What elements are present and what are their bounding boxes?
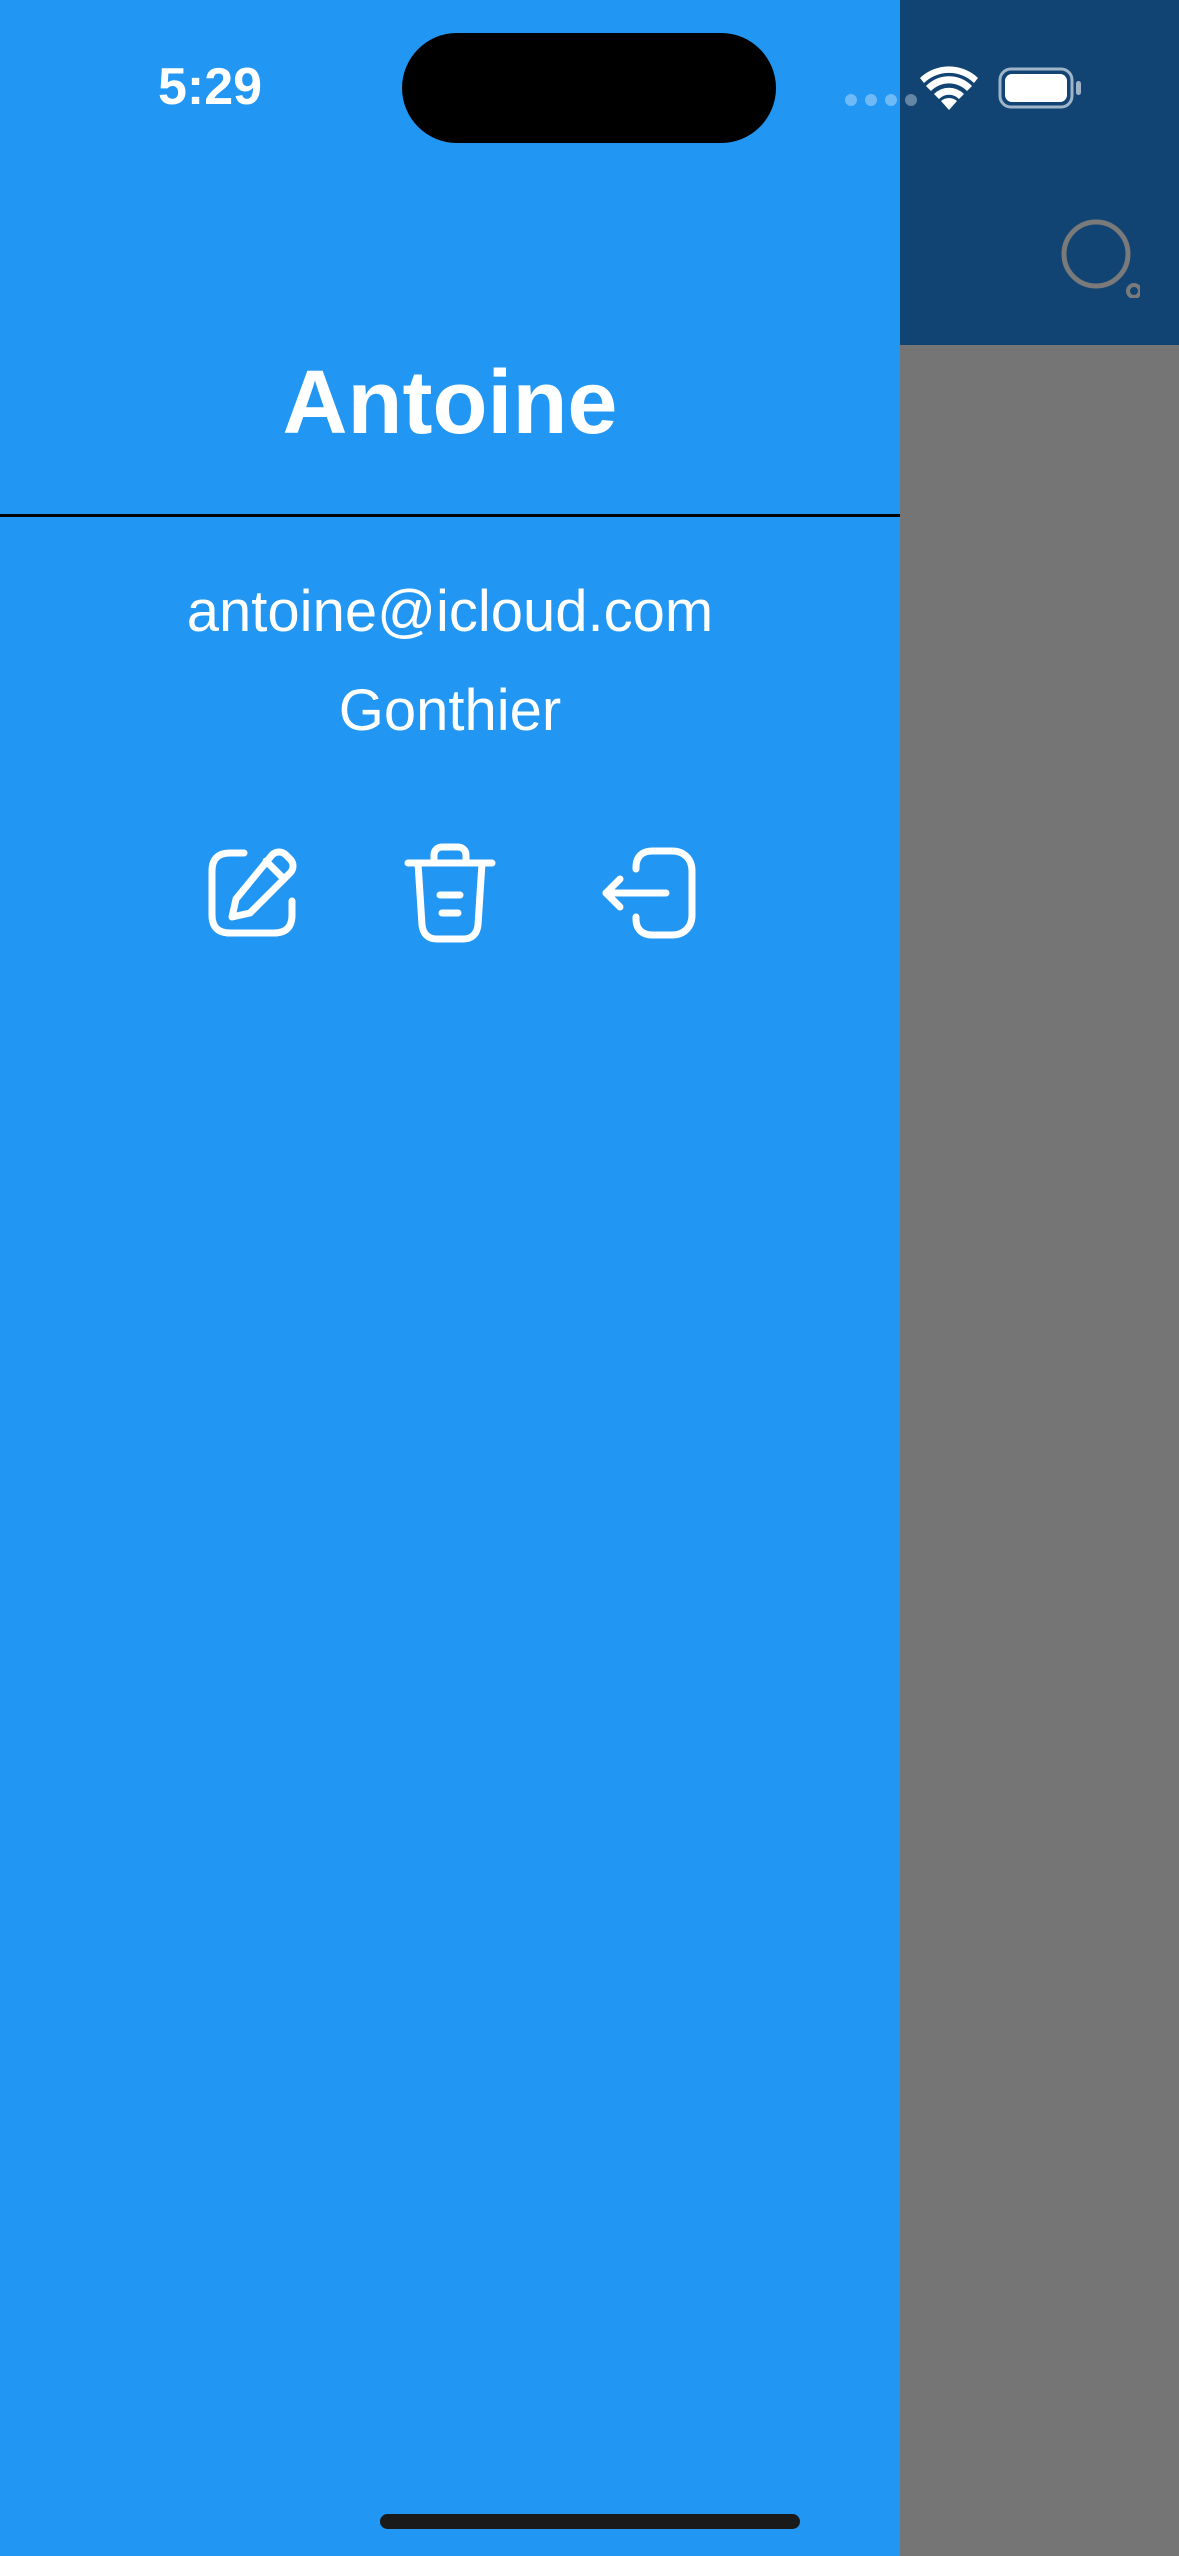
search-icon — [1060, 218, 1142, 299]
wifi-icon — [920, 66, 978, 110]
drawer-user-last-name: Gonthier — [338, 678, 562, 743]
trash-icon — [402, 841, 498, 945]
edit-icon — [200, 841, 304, 945]
logout-button[interactable] — [593, 838, 703, 948]
drawer-user-first-name: Antoine — [282, 353, 618, 453]
cellular-signal-icon — [845, 94, 917, 106]
battery-icon — [998, 66, 1084, 110]
drawer-divider — [0, 514, 900, 517]
home-indicator[interactable] — [380, 2514, 800, 2529]
edit-profile-button[interactable] — [197, 838, 307, 948]
logout-icon — [596, 841, 700, 945]
navigation-drawer: Antoine antoine@icloud.com Gonthier — [0, 0, 900, 2556]
status-bar-time: 5:29 — [158, 58, 263, 116]
dynamic-island — [402, 33, 776, 143]
delete-profile-button[interactable] — [395, 838, 505, 948]
drawer-user-email: antoine@icloud.com — [186, 579, 714, 644]
